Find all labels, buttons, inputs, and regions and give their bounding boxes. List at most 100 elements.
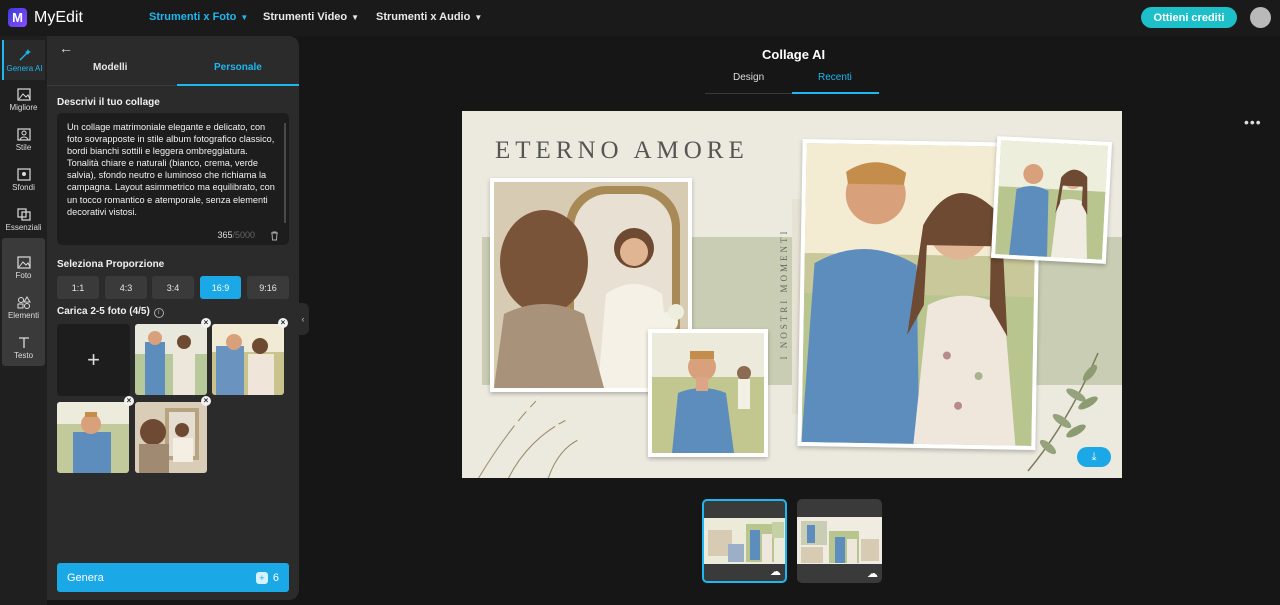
nav-audio-tools-label: Strumenti x Audio: [376, 11, 471, 23]
avatar[interactable]: [1250, 7, 1271, 28]
prompt-text[interactable]: Un collage matrimoniale elegante e delic…: [67, 121, 279, 218]
rail-item-migliore[interactable]: Migliore: [2, 80, 45, 120]
upload-label: Carica 2-5 foto (4/5) i: [57, 306, 164, 318]
credit-cost: +6: [255, 571, 279, 584]
collage-result-2-preview: [797, 517, 882, 564]
prompt-label: Descrivi il tuo collage: [57, 97, 160, 108]
ratio-9-16-button[interactable]: 9:16: [247, 276, 289, 299]
char-count: 365: [217, 230, 233, 240]
rail-label: Migliore: [9, 103, 38, 112]
collapse-panel-button[interactable]: ‹: [297, 303, 309, 335]
collage-preview: ETERNO AMORE I NOSTRI MOMENTI ⤓: [462, 111, 1122, 478]
couple-photo-thumbnail: [212, 324, 284, 395]
ratio-3-4-button[interactable]: 3:4: [152, 276, 194, 299]
prompt-scrollbar[interactable]: [284, 123, 286, 223]
back-arrow-icon[interactable]: ←: [59, 40, 73, 56]
more-options-icon[interactable]: •••: [1244, 114, 1262, 130]
uploaded-photo[interactable]: [57, 402, 129, 473]
remove-photo-icon[interactable]: ×: [201, 318, 211, 328]
rail-item-foto[interactable]: Foto: [2, 248, 45, 288]
nav-video-tools[interactable]: Strumenti Video ▼: [263, 11, 359, 23]
rail-label: Elementi: [7, 311, 40, 320]
result-thumbnail-1[interactable]: ☁: [702, 499, 787, 583]
groom-surprised-photo: [648, 329, 768, 457]
nav-video-tools-label: Strumenti Video: [263, 11, 348, 23]
collage-title: ETERNO AMORE: [495, 137, 749, 164]
download-button[interactable]: ⤓: [1077, 447, 1111, 467]
background-icon: [16, 168, 31, 181]
prompt-textarea[interactable]: Un collage matrimoniale elegante e delic…: [57, 113, 289, 245]
generate-button[interactable]: Genera +6: [57, 563, 289, 592]
shapes-icon: [17, 296, 31, 309]
rail-label: Stile: [15, 143, 32, 152]
bride-mirror-photo-thumbnail: [135, 402, 207, 473]
remove-photo-icon[interactable]: ×: [124, 396, 134, 406]
nav-audio-tools[interactable]: Strumenti x Audio ▼: [376, 11, 482, 23]
rail-label: Foto: [15, 271, 32, 280]
upload-label-text: Carica 2-5 foto (4/5): [57, 306, 150, 317]
rail-label: Testo: [13, 351, 34, 360]
app-name: MyEdit: [34, 8, 83, 26]
rail-item-stile[interactable]: Stile: [2, 120, 45, 160]
tool-rail: Genera AI Migliore Stile Sfondi Essenzia…: [0, 36, 47, 605]
top-bar: M MyEdit Strumenti x Foto ▼ Strumenti Vid…: [0, 0, 1280, 36]
groom-surprised-image: [652, 333, 764, 453]
collage-subtitle: I NOSTRI MOMENTI: [779, 228, 789, 360]
tab-design[interactable]: Design: [733, 72, 764, 83]
plus-icon: +: [87, 347, 100, 372]
remove-photo-icon[interactable]: ×: [278, 318, 288, 328]
cloud-saved-icon: ☁: [867, 568, 878, 580]
chevron-down-icon: ▼: [474, 12, 483, 22]
wildflower-decoration: [478, 396, 583, 478]
tab-modelli[interactable]: Modelli: [93, 62, 127, 73]
info-icon[interactable]: i: [153, 308, 164, 318]
uploaded-photo[interactable]: [212, 324, 284, 395]
uploaded-photo[interactable]: [135, 402, 207, 473]
active-tab-indicator: [177, 84, 299, 86]
magic-wand-icon: [19, 48, 31, 60]
add-photo-button[interactable]: +: [57, 324, 130, 396]
rail-label: Genera AI: [6, 63, 43, 73]
chevron-down-icon: ▼: [240, 12, 249, 22]
tab-recenti[interactable]: Recenti: [818, 72, 852, 83]
couple-photo-thumbnail: [135, 324, 207, 395]
image-enhance-icon: [16, 88, 31, 101]
credit-cost-value: 6: [272, 571, 279, 584]
collage-result-1-preview: [704, 518, 785, 564]
crop-icon: [16, 208, 31, 221]
active-tab-indicator: [792, 92, 879, 94]
rail-item-sfondi[interactable]: Sfondi: [2, 160, 45, 200]
rail-item-testo[interactable]: Testo: [2, 328, 45, 368]
rail-item-essenziali[interactable]: Essenziali: [2, 200, 45, 240]
char-counter: 365/5000: [217, 230, 255, 240]
rail-item-elementi[interactable]: Elementi: [2, 288, 45, 328]
collage-panel: ← Modelli Personale Descrivi il tuo coll…: [47, 36, 299, 600]
ratio-4-3-button[interactable]: 4:3: [105, 276, 147, 299]
groom-photo-thumbnail: [57, 402, 129, 473]
generate-label: Genera: [67, 571, 104, 584]
tab-personale[interactable]: Personale: [214, 62, 262, 73]
rail-label: Sfondi: [12, 183, 35, 192]
trash-icon[interactable]: [270, 231, 279, 241]
chevron-down-icon: ▼: [351, 12, 360, 22]
rail-item-genera-ai[interactable]: Genera AI: [2, 40, 45, 80]
get-credits-button[interactable]: Ottieni crediti: [1141, 7, 1237, 28]
cloud-saved-icon: ☁: [770, 566, 781, 578]
uploaded-photo[interactable]: [135, 324, 207, 395]
myedit-logo-icon: M: [8, 8, 27, 27]
nav-photo-tools-label: Strumenti x Foto: [149, 11, 237, 23]
ratio-label: Seleziona Proporzione: [57, 259, 165, 270]
ratio-16-9-button[interactable]: 16:9: [200, 276, 241, 299]
nav-photo-tools[interactable]: Strumenti x Foto ▼: [149, 11, 248, 23]
ratio-1-1-button[interactable]: 1:1: [57, 276, 99, 299]
chevron-left-icon: ‹: [301, 314, 305, 324]
app-logo[interactable]: M MyEdit: [8, 8, 83, 27]
download-icon: ⤓: [1091, 450, 1097, 463]
photo-icon: [16, 256, 31, 269]
result-thumbnail-2[interactable]: ☁: [797, 499, 882, 583]
page-title: Collage AI: [762, 47, 826, 62]
couple-holding-hands-photo: [990, 136, 1113, 264]
remove-photo-icon[interactable]: ×: [201, 396, 211, 406]
char-max: /5000: [232, 230, 255, 240]
text-icon: [18, 337, 29, 348]
